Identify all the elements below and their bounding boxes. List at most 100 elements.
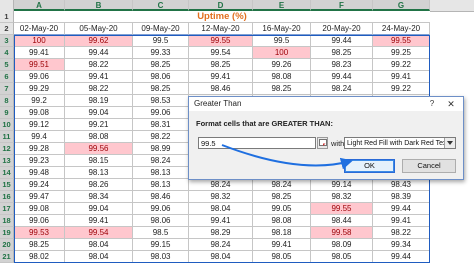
highlighted-cell[interactable]: 99.55 — [189, 35, 253, 47]
help-icon[interactable]: ? — [425, 98, 439, 110]
row-header-3[interactable]: 3 — [0, 35, 14, 47]
table-cell[interactable]: 99.34 — [373, 239, 430, 251]
table-cell[interactable]: 99.06 — [14, 215, 65, 227]
row-header-6[interactable]: 6 — [0, 71, 14, 83]
table-cell[interactable]: 99.44 — [373, 251, 430, 263]
date-header-cell[interactable]: 24-May-20 — [373, 23, 430, 35]
highlighted-cell[interactable]: 99.58 — [311, 227, 373, 239]
table-cell[interactable]: 99.41 — [65, 71, 133, 83]
table-cell[interactable]: 98.32 — [311, 191, 373, 203]
table-cell[interactable]: 98.32 — [189, 191, 253, 203]
row-header-16[interactable]: 16 — [0, 191, 14, 203]
highlighted-cell[interactable]: 99.56 — [65, 143, 133, 155]
table-cell[interactable]: 98.25 — [253, 191, 311, 203]
table-cell[interactable]: 98.25 — [311, 47, 373, 59]
table-cell[interactable]: 98.23 — [311, 59, 373, 71]
table-cell[interactable]: 99.04 — [65, 203, 133, 215]
row-header-18[interactable]: 18 — [0, 215, 14, 227]
date-header-cell[interactable]: 09-May-20 — [133, 23, 189, 35]
highlighted-cell[interactable]: 99.53 — [14, 227, 65, 239]
table-cell[interactable]: 99.25 — [373, 47, 430, 59]
table-cell[interactable]: 99.2 — [14, 95, 65, 107]
row-header-13[interactable]: 13 — [0, 155, 14, 167]
table-cell[interactable]: 98.39 — [373, 191, 430, 203]
table-cell[interactable]: 99.04 — [65, 107, 133, 119]
table-cell[interactable]: 99.23 — [14, 155, 65, 167]
row-header-5[interactable]: 5 — [0, 59, 14, 71]
table-cell[interactable]: 98.25 — [133, 59, 189, 71]
table-cell[interactable]: 98.08 — [65, 131, 133, 143]
table-cell[interactable]: 98.31 — [133, 119, 189, 131]
table-cell[interactable]: 98.15 — [65, 155, 133, 167]
table-cell[interactable]: 98.53 — [133, 95, 189, 107]
table-cell[interactable]: 99.41 — [189, 215, 253, 227]
select-all-corner[interactable] — [0, 0, 14, 11]
table-cell[interactable]: 99.08 — [14, 203, 65, 215]
column-header-f[interactable]: F — [311, 0, 373, 11]
table-cell[interactable]: 98.08 — [253, 71, 311, 83]
table-cell[interactable]: 98.09 — [311, 239, 373, 251]
table-cell[interactable]: 98.5 — [133, 227, 189, 239]
table-cell[interactable]: 98.29 — [189, 227, 253, 239]
table-cell[interactable]: 99.44 — [311, 71, 373, 83]
table-cell[interactable]: 98.44 — [311, 215, 373, 227]
table-cell[interactable]: 98.22 — [65, 59, 133, 71]
column-header-e[interactable]: E — [253, 0, 311, 11]
table-cell[interactable]: 98.43 — [373, 179, 430, 191]
table-cell[interactable]: 99.41 — [373, 215, 430, 227]
row-header-7[interactable]: 7 — [0, 83, 14, 95]
table-cell[interactable]: 99.41 — [14, 47, 65, 59]
table-cell[interactable]: 99.14 — [311, 179, 373, 191]
highlighted-cell[interactable]: 99.62 — [65, 35, 133, 47]
table-cell[interactable]: 98.22 — [373, 227, 430, 239]
table-cell[interactable]: 98.04 — [65, 239, 133, 251]
table-cell[interactable]: 98.24 — [189, 179, 253, 191]
table-cell[interactable]: 98.99 — [133, 143, 189, 155]
cancel-button[interactable]: Cancel — [402, 159, 456, 173]
table-cell[interactable]: 99.41 — [253, 239, 311, 251]
table-cell[interactable]: 99.06 — [133, 203, 189, 215]
table-cell[interactable]: 98.24 — [133, 155, 189, 167]
table-cell[interactable]: 98.25 — [189, 59, 253, 71]
table-cell[interactable]: 99.29 — [14, 83, 65, 95]
table-cell[interactable]: 98.04 — [189, 251, 253, 263]
table-cell[interactable]: 98.13 — [133, 167, 189, 179]
table-cell[interactable]: 98.25 — [133, 83, 189, 95]
ok-button[interactable]: OK — [344, 159, 395, 173]
table-cell[interactable]: 99.08 — [14, 107, 65, 119]
highlighted-cell[interactable]: 99.55 — [311, 203, 373, 215]
table-cell[interactable]: 99.44 — [311, 35, 373, 47]
table-cell[interactable]: 98.03 — [133, 251, 189, 263]
table-cell[interactable]: 99.12 — [14, 119, 65, 131]
date-header-cell[interactable]: 05-May-20 — [65, 23, 133, 35]
table-cell[interactable]: 98.46 — [133, 191, 189, 203]
range-picker-button[interactable] — [317, 137, 328, 149]
table-title[interactable]: Uptime (%) — [14, 11, 430, 23]
table-cell[interactable]: 98.05 — [253, 251, 311, 263]
table-cell[interactable]: 98.04 — [189, 203, 253, 215]
table-cell[interactable]: 99.54 — [189, 47, 253, 59]
table-cell[interactable]: 98.24 — [253, 179, 311, 191]
table-cell[interactable]: 99.44 — [373, 203, 430, 215]
table-cell[interactable]: 98.24 — [311, 83, 373, 95]
table-cell[interactable]: 98.22 — [65, 83, 133, 95]
row-header-9[interactable]: 9 — [0, 107, 14, 119]
column-header-a[interactable]: A — [14, 0, 65, 11]
table-cell[interactable]: 99.5 — [133, 35, 189, 47]
row-header-8[interactable]: 8 — [0, 95, 14, 107]
table-cell[interactable]: 99.24 — [14, 179, 65, 191]
highlighted-cell[interactable]: 99.55 — [373, 35, 430, 47]
column-header-b[interactable]: B — [65, 0, 133, 11]
row-header-14[interactable]: 14 — [0, 167, 14, 179]
table-cell[interactable]: 98.22 — [133, 131, 189, 143]
table-cell[interactable]: 98.04 — [65, 251, 133, 263]
format-select[interactable]: Light Red Fill with Dark Red Text — [344, 137, 456, 149]
date-header-cell[interactable]: 20-May-20 — [311, 23, 373, 35]
dialog-titlebar[interactable]: Greater Than ? ✕ — [189, 97, 463, 111]
date-header-cell[interactable]: 02-May-20 — [14, 23, 65, 35]
table-cell[interactable]: 99.41 — [65, 215, 133, 227]
table-cell[interactable]: 98.05 — [311, 251, 373, 263]
table-cell[interactable]: 99.28 — [14, 143, 65, 155]
table-cell[interactable]: 99.22 — [373, 59, 430, 71]
table-cell[interactable]: 99.26 — [253, 59, 311, 71]
